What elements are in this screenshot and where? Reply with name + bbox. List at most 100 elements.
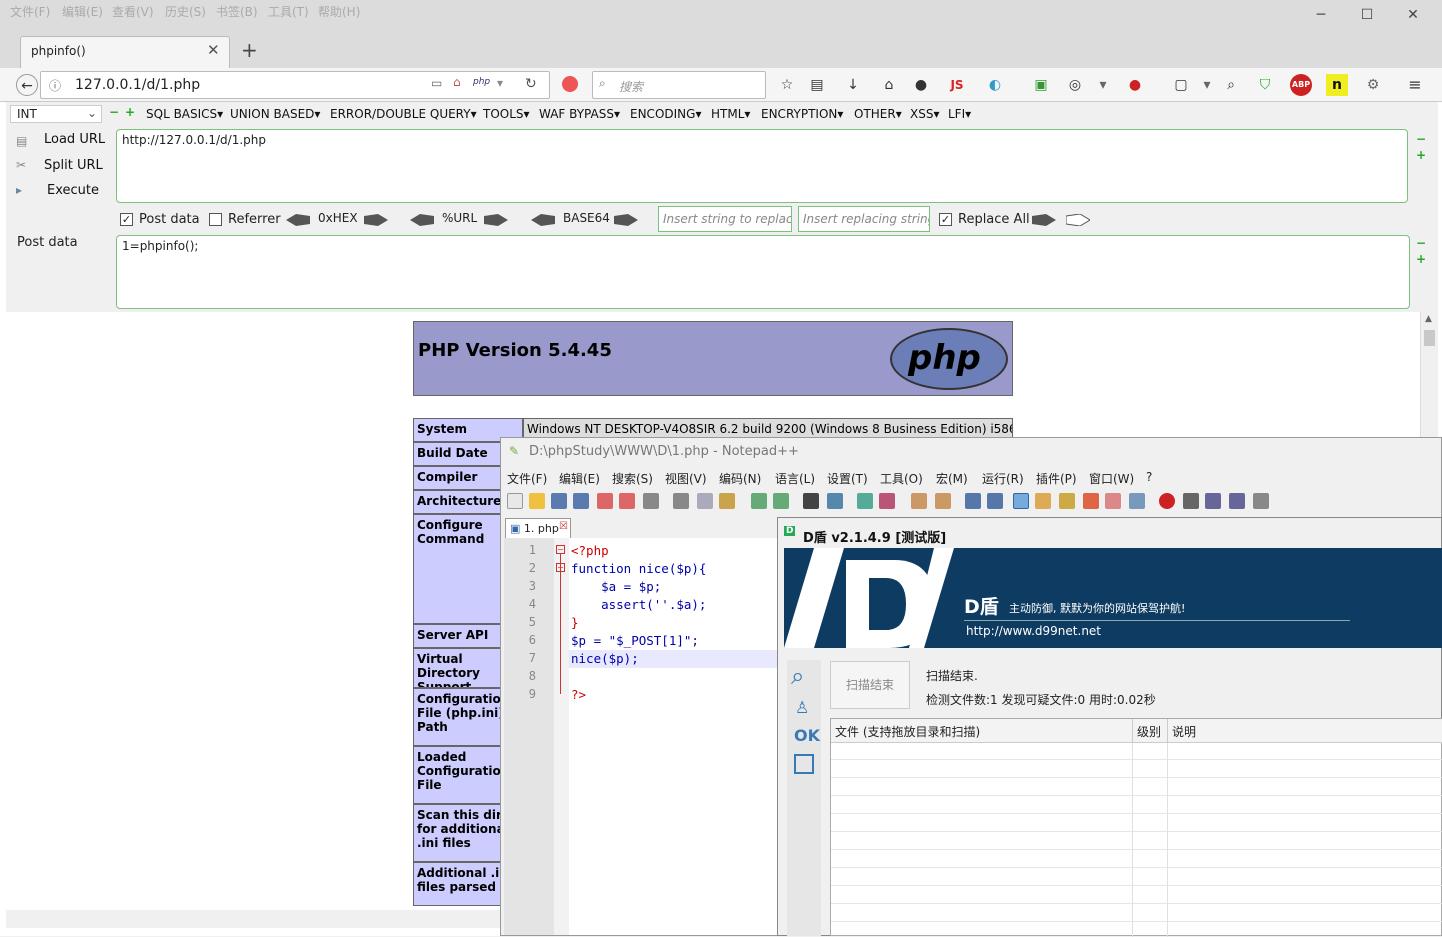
url-decode-arrow-icon[interactable] — [410, 214, 434, 226]
url-encode-arrow-icon[interactable] — [484, 214, 508, 226]
menu-encryption[interactable]: ENCRYPTION▾ — [761, 107, 843, 121]
menu-help[interactable]: 帮助(H) — [318, 3, 360, 20]
col-level-header[interactable]: 级别 — [1133, 719, 1168, 743]
base64-decode-arrow-icon[interactable] — [531, 214, 555, 226]
sync-h-icon[interactable] — [935, 493, 951, 509]
new-file-icon[interactable] — [507, 493, 523, 509]
cut-icon[interactable] — [673, 493, 689, 509]
hex-decode-arrow-icon[interactable] — [286, 214, 310, 226]
palette-icon[interactable]: ◎ — [1064, 74, 1086, 96]
addon-blue-icon[interactable]: ◐ — [984, 74, 1006, 96]
adblock-icon[interactable]: ABP — [1290, 74, 1312, 96]
new-tab-button[interactable]: + — [241, 38, 258, 62]
menu-other[interactable]: OTHER▾ — [854, 107, 902, 121]
reader-view-icon[interactable]: ▭ — [431, 76, 442, 90]
replace-left-arrow-icon[interactable] — [1066, 214, 1090, 226]
addon-red-icon[interactable]: ● — [1124, 74, 1146, 96]
save-macro-icon[interactable] — [1253, 493, 1269, 509]
folder-workspace-icon[interactable] — [1105, 493, 1121, 509]
execute-button[interactable]: Execute — [47, 183, 99, 198]
reload-icon[interactable]: ↻ — [525, 76, 537, 92]
close-tab-icon[interactable]: ☒ — [559, 521, 568, 532]
zoom-out-icon[interactable] — [879, 493, 895, 509]
js-icon[interactable]: JS — [946, 74, 968, 96]
chevron-down-icon[interactable]: ▾ — [1092, 74, 1114, 96]
menu-sql-basics[interactable]: SQL BASICS▾ — [146, 107, 223, 121]
addon-globe-icon[interactable]: ● — [910, 74, 932, 96]
npp-menu-search[interactable]: 搜索(S) — [612, 470, 653, 487]
find-icon[interactable] — [803, 493, 819, 509]
npp-menu-macro[interactable]: 宏(M) — [936, 470, 968, 487]
scan-search-icon[interactable]: ⌕ — [791, 662, 804, 690]
addon-box-icon[interactable]: ▢ — [1170, 74, 1192, 96]
bookmark-star-icon[interactable]: ☆ — [776, 74, 798, 96]
indent-guide-icon[interactable] — [1013, 493, 1029, 509]
base64-encode-arrow-icon[interactable] — [614, 214, 638, 226]
col-file-header[interactable]: 文件 (支持拖放目录和扫描) — [831, 719, 1133, 743]
menu-edit[interactable]: 编辑(E) — [62, 3, 103, 20]
minimize-button[interactable]: ─ — [1298, 4, 1344, 26]
minus-icon[interactable]: − — [1416, 236, 1426, 250]
menu-waf-bypass[interactable]: WAF BYPASS▾ — [539, 107, 620, 121]
addon-n-icon[interactable]: n — [1326, 74, 1348, 96]
word-wrap-icon[interactable] — [965, 493, 981, 509]
replace-right-arrow-icon[interactable] — [1032, 214, 1056, 226]
hex-encode-arrow-icon[interactable] — [364, 214, 388, 226]
minus-icon[interactable]: − — [1416, 132, 1426, 146]
file-tab[interactable]: ▣ 1. php ☒ — [505, 518, 571, 538]
udl-icon[interactable] — [1035, 493, 1051, 509]
hamburger-menu-icon[interactable]: ≡ — [1404, 74, 1426, 96]
code-editor[interactable]: 1 2 3 4 5 6 7 8 9 − − <?php function nic… — [504, 538, 778, 935]
menu-encoding[interactable]: ENCODING▾ — [630, 107, 701, 121]
type-select[interactable]: INT ⌄ — [10, 105, 102, 123]
back-button[interactable]: ← — [16, 74, 38, 96]
url-textarea[interactable]: http://127.0.0.1/d/1.php — [116, 129, 1408, 203]
close-all-icon[interactable] — [619, 493, 635, 509]
play-macro-icon[interactable] — [1205, 493, 1221, 509]
scroll-up-icon[interactable]: ▲ — [1425, 314, 1432, 324]
stop-macro-icon[interactable] — [1183, 493, 1199, 509]
referrer-checkbox[interactable] — [209, 213, 222, 226]
ok-icon[interactable]: OK — [794, 726, 820, 745]
npp-menu-file[interactable]: 文件(F) — [507, 470, 547, 487]
menu-error-double-query[interactable]: ERROR/DOUBLE QUERY▾ — [330, 107, 477, 121]
plus-icon[interactable]: + — [1416, 148, 1426, 162]
print-icon[interactable] — [643, 493, 659, 509]
menu-tools[interactable]: TOOLS▾ — [483, 107, 530, 121]
load-url-button[interactable]: Load URL — [44, 132, 105, 147]
menu-view[interactable]: 查看(V) — [112, 3, 154, 20]
maximize-button[interactable]: ☐ — [1344, 4, 1390, 26]
menu-history[interactable]: 历史(S) — [165, 3, 206, 20]
npp-menu-encoding[interactable]: 编码(N) — [719, 470, 761, 487]
home-button-icon[interactable]: ⌂ — [878, 74, 900, 96]
replace-all-checkbox[interactable]: ✓ — [939, 213, 952, 226]
zoom-icon[interactable]: ⌕ — [1220, 74, 1242, 96]
post-data-checkbox[interactable]: ✓ — [120, 213, 133, 226]
scan-button[interactable]: 扫描结束 — [830, 661, 910, 709]
npp-menu-language[interactable]: 语言(L) — [775, 470, 815, 487]
chevron-down-icon[interactable]: ▾ — [497, 76, 503, 90]
plus-icon[interactable]: + — [1416, 252, 1426, 266]
npp-menu-edit[interactable]: 编辑(E) — [559, 470, 600, 487]
menu-xss[interactable]: XSS▾ — [910, 107, 939, 121]
addon-image-icon[interactable]: ▣ — [1030, 74, 1052, 96]
menu-html[interactable]: HTML▾ — [711, 107, 750, 121]
npp-menu-plugins[interactable]: 插件(P) — [1036, 470, 1077, 487]
menu-tools[interactable]: 工具(T) — [268, 3, 309, 20]
close-tab-icon[interactable]: ✕ — [207, 41, 220, 59]
noscript-icon[interactable] — [562, 76, 578, 92]
user-icon[interactable]: ♙ — [795, 698, 809, 717]
show-all-chars-icon[interactable] — [987, 493, 1003, 509]
home-icon[interactable]: ⌂ — [453, 75, 461, 89]
record-macro-icon[interactable] — [1159, 493, 1175, 509]
doc-map-icon[interactable] — [1059, 493, 1075, 509]
replace-icon[interactable] — [827, 493, 843, 509]
download-icon[interactable]: ↓ — [842, 74, 864, 96]
run-macro-multiple-icon[interactable] — [1229, 493, 1245, 509]
tab-phpinfo[interactable]: phpinfo() ✕ — [20, 36, 230, 68]
npp-menu-settings[interactable]: 设置(T) — [827, 470, 868, 487]
menu-union-based[interactable]: UNION BASED▾ — [230, 107, 320, 121]
save-icon[interactable] — [551, 493, 567, 509]
replacing-string-input[interactable]: Insert replacing string — [798, 206, 930, 232]
col-desc-header[interactable]: 说明 — [1168, 719, 1442, 743]
